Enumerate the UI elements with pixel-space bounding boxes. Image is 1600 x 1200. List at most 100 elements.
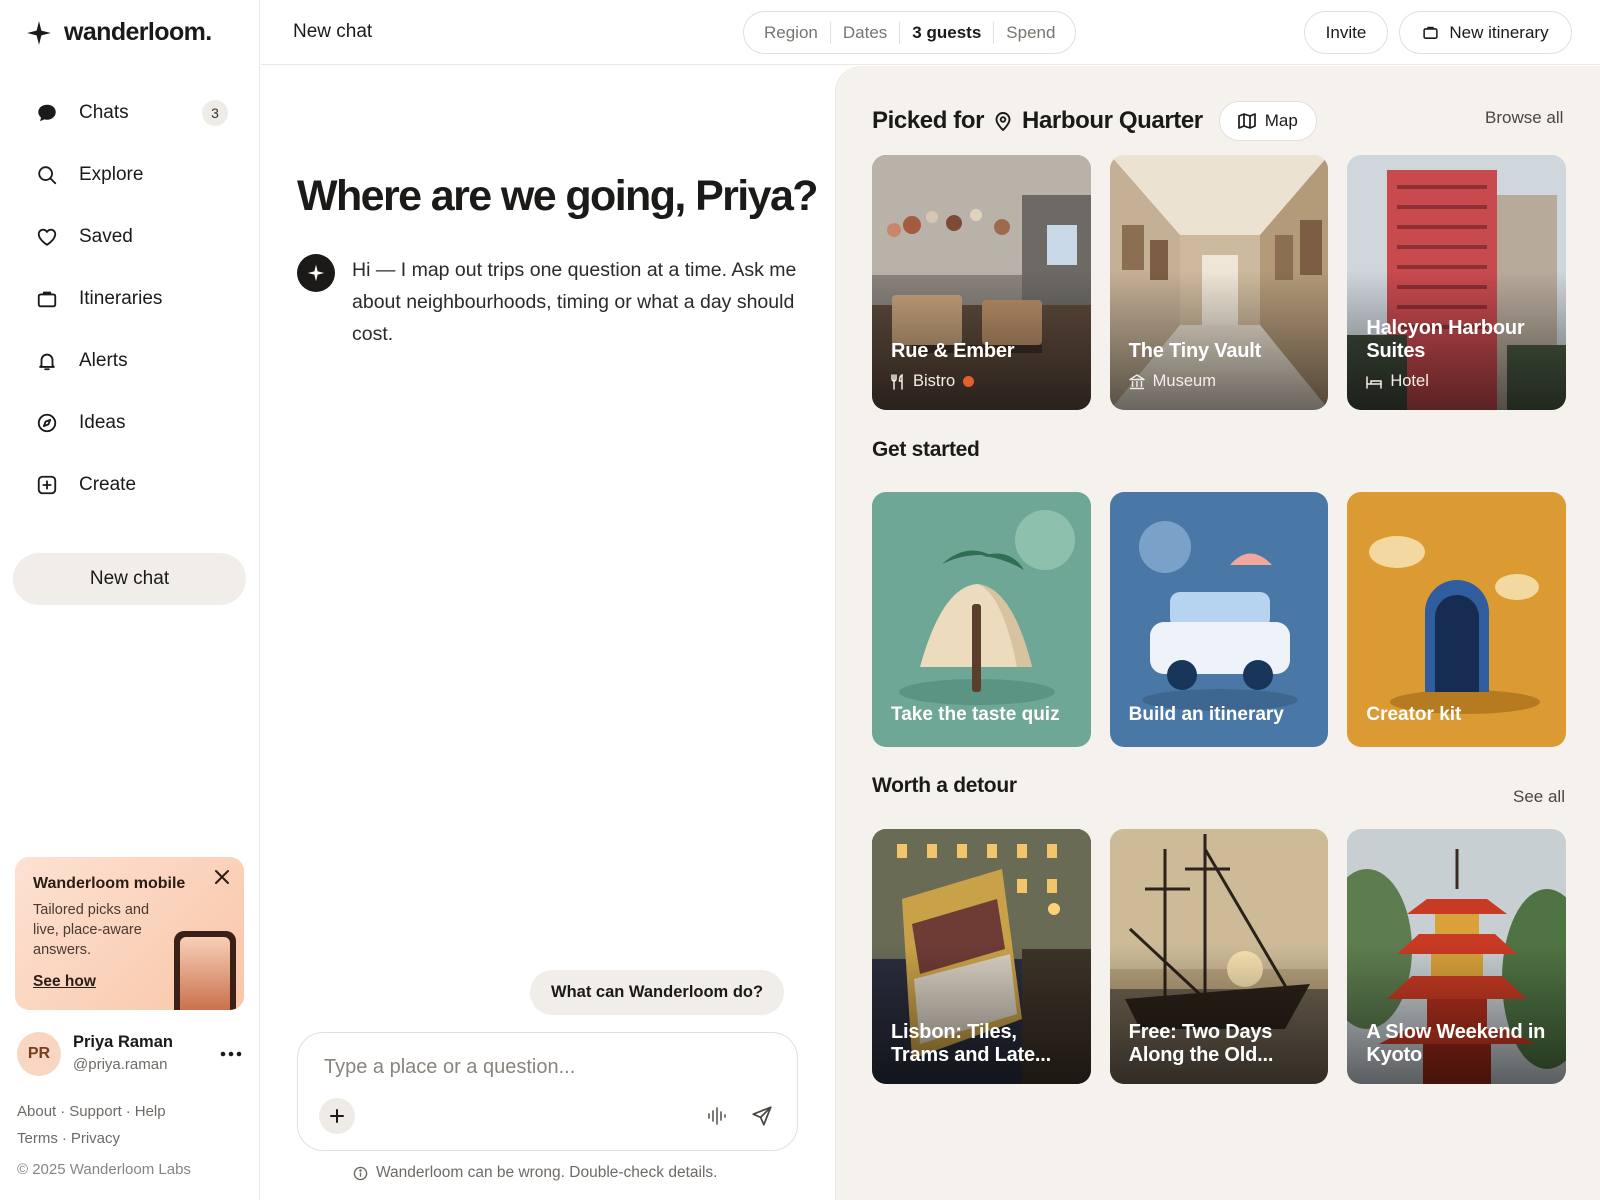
chat-bubble-icon xyxy=(36,102,58,124)
sidebar-item-label: Ideas xyxy=(79,412,126,433)
picked-for-header: Picked for Harbour Quarter Map xyxy=(872,101,1317,141)
logo[interactable]: wanderloom. xyxy=(26,18,212,47)
avatar: PR xyxy=(17,1032,61,1076)
detour-row: Lisbon: Tiles, Trams and Late... Free: T… xyxy=(872,829,1567,1084)
sidebar-item-ideas[interactable]: Ideas xyxy=(22,392,242,454)
start-card-title: Build an itinerary xyxy=(1128,704,1284,725)
sidebar-nav: Chats 3 Explore Saved Itineraries Alerts… xyxy=(22,82,242,516)
sparkle-logo-icon xyxy=(27,20,51,45)
sidebar-new-chat-button[interactable]: New chat xyxy=(13,553,246,605)
suggestion-chip[interactable]: What can Wanderloom do? xyxy=(530,970,785,1015)
user-profile[interactable]: PR Priya Raman @priya.raman xyxy=(17,1030,247,1078)
user-handle: @priya.raman xyxy=(73,1056,168,1073)
new-itinerary-button[interactable]: New itinerary xyxy=(1399,11,1572,54)
filter-spend[interactable]: Spend xyxy=(993,21,1067,44)
promo-title: Wanderloom mobile xyxy=(33,875,186,892)
start-card-build-itinerary[interactable]: Build an itinerary xyxy=(1109,492,1329,747)
plus-icon xyxy=(330,1109,344,1123)
pick-title: The Tiny Vault xyxy=(1128,340,1262,362)
mobile-promo-card: Wanderloom mobile Tailored picks and liv… xyxy=(15,857,244,1010)
new-itinerary-label: New itinerary xyxy=(1449,22,1549,42)
sidebar-item-explore[interactable]: Explore xyxy=(22,144,242,206)
pick-meta: Museum xyxy=(1128,372,1216,391)
sidebar-item-saved[interactable]: Saved xyxy=(22,206,242,268)
filter-dates[interactable]: Dates xyxy=(829,21,899,44)
filter-guests[interactable]: 3 guests xyxy=(899,21,993,44)
start-card-taste-quiz[interactable]: Take the taste quiz xyxy=(872,492,1091,747)
detour-card-lisbon[interactable]: Lisbon: Tiles, Trams and Late... xyxy=(872,829,1091,1084)
start-card-title: Creator kit xyxy=(1366,704,1462,725)
filter-region[interactable]: Region xyxy=(752,22,830,44)
trip-filters: Region Dates 3 guests Spend xyxy=(743,11,1077,54)
assistant-sparkle-icon xyxy=(297,254,335,292)
sidebar-item-label: Create xyxy=(79,474,137,495)
compass-icon xyxy=(36,412,58,434)
see-all-link[interactable]: See all xyxy=(1513,787,1565,807)
briefcase-icon xyxy=(1422,24,1439,41)
sidebar-item-itineraries[interactable]: Itineraries xyxy=(22,268,242,330)
copyright: © 2025 Wanderloom Labs xyxy=(17,1161,191,1178)
heart-icon xyxy=(36,226,58,248)
more-options-icon[interactable] xyxy=(217,1040,245,1068)
detour-title: Free: Two Days Along the Old... xyxy=(1128,1021,1274,1066)
pick-card-tiny-vault[interactable]: The Tiny Vault Museum xyxy=(1109,155,1329,410)
add-attachment-button[interactable] xyxy=(319,1098,355,1134)
sidebar-item-label: Chats xyxy=(79,102,129,123)
detour-card-kyoto[interactable]: A Slow Weekend in Kyoto xyxy=(1347,829,1567,1084)
detour-title: Lisbon: Tiles, Trams and Late... xyxy=(891,1021,1051,1066)
map-button-label: Map xyxy=(1264,111,1298,130)
bed-icon xyxy=(1366,375,1383,389)
location-name[interactable]: Harbour Quarter xyxy=(1022,107,1203,135)
app-name: wanderloom. xyxy=(64,18,212,46)
map-pin-icon xyxy=(994,111,1012,131)
sidebar-item-create[interactable]: Create xyxy=(22,454,242,516)
start-card-creator-kit[interactable]: Creator kit xyxy=(1347,492,1567,747)
map-icon xyxy=(1237,113,1256,129)
start-card-title: Take the taste quiz xyxy=(891,704,1060,725)
pick-meta: Hotel xyxy=(1366,372,1429,391)
search-icon xyxy=(36,164,58,186)
sidebar-item-chats[interactable]: Chats 3 xyxy=(22,82,242,144)
disclaimer-text: Wanderloom can be wrong. Double-check de… xyxy=(376,1164,718,1181)
worth-a-detour-heading: Worth a detour xyxy=(872,774,1017,797)
museum-icon xyxy=(1128,373,1145,389)
sidebar-item-alerts[interactable]: Alerts xyxy=(22,330,242,392)
user-name: Priya Raman xyxy=(73,1033,173,1051)
greeting-heading: Where are we going, Priya? xyxy=(297,172,819,220)
chats-count-badge: 3 xyxy=(202,100,228,126)
footer-links: About · Support · Help Terms · Privacy xyxy=(17,1103,166,1147)
chat-title: New chat xyxy=(293,21,373,42)
assistant-message: Hi — I map out trips one question at a t… xyxy=(352,259,797,345)
browse-all-link[interactable]: Browse all xyxy=(1485,108,1563,128)
plus-square-icon xyxy=(36,474,58,496)
send-icon[interactable] xyxy=(749,1103,775,1129)
close-icon[interactable] xyxy=(210,865,234,889)
privacy-link[interactable]: Privacy xyxy=(71,1130,120,1147)
pick-type: Hotel xyxy=(1390,372,1429,390)
detour-title: A Slow Weekend in Kyoto xyxy=(1366,1021,1546,1066)
sidebar: wanderloom. Chats 3 Explore Saved Itiner… xyxy=(0,0,260,1200)
sidebar-item-label: Explore xyxy=(79,164,144,185)
utensils-icon xyxy=(891,373,903,390)
message-input[interactable] xyxy=(324,1052,774,1082)
detour-card-two-days[interactable]: Free: Two Days Along the Old... xyxy=(1109,829,1329,1084)
pick-meta: Bistro xyxy=(891,372,975,391)
promo-body: Tailored picks and live, place-aware ans… xyxy=(33,902,150,958)
pick-card-rue-ember[interactable]: Rue & Ember Bistro xyxy=(872,155,1091,410)
promo-see-how-link[interactable]: See how xyxy=(33,973,96,991)
voice-waveform-icon[interactable] xyxy=(704,1103,730,1129)
help-link[interactable]: Help xyxy=(135,1103,166,1120)
status-dot xyxy=(963,376,975,387)
pick-type: Bistro xyxy=(913,372,956,390)
about-link[interactable]: About xyxy=(17,1103,56,1120)
info-icon xyxy=(353,1166,368,1180)
support-link[interactable]: Support xyxy=(69,1103,122,1120)
picks-row: Rue & Ember Bistro The Tiny Vault Museum… xyxy=(872,155,1567,410)
terms-link[interactable]: Terms xyxy=(17,1130,58,1147)
phone-illustration xyxy=(174,931,236,1010)
pick-card-halcyon[interactable]: Halcyon Harbour Suites Hotel xyxy=(1347,155,1567,410)
invite-button[interactable]: Invite xyxy=(1304,11,1388,54)
map-button[interactable]: Map xyxy=(1218,101,1317,141)
sidebar-item-label: Saved xyxy=(79,226,133,247)
discovery-panel: Picked for Harbour Quarter Map Browse al… xyxy=(835,66,1600,1200)
